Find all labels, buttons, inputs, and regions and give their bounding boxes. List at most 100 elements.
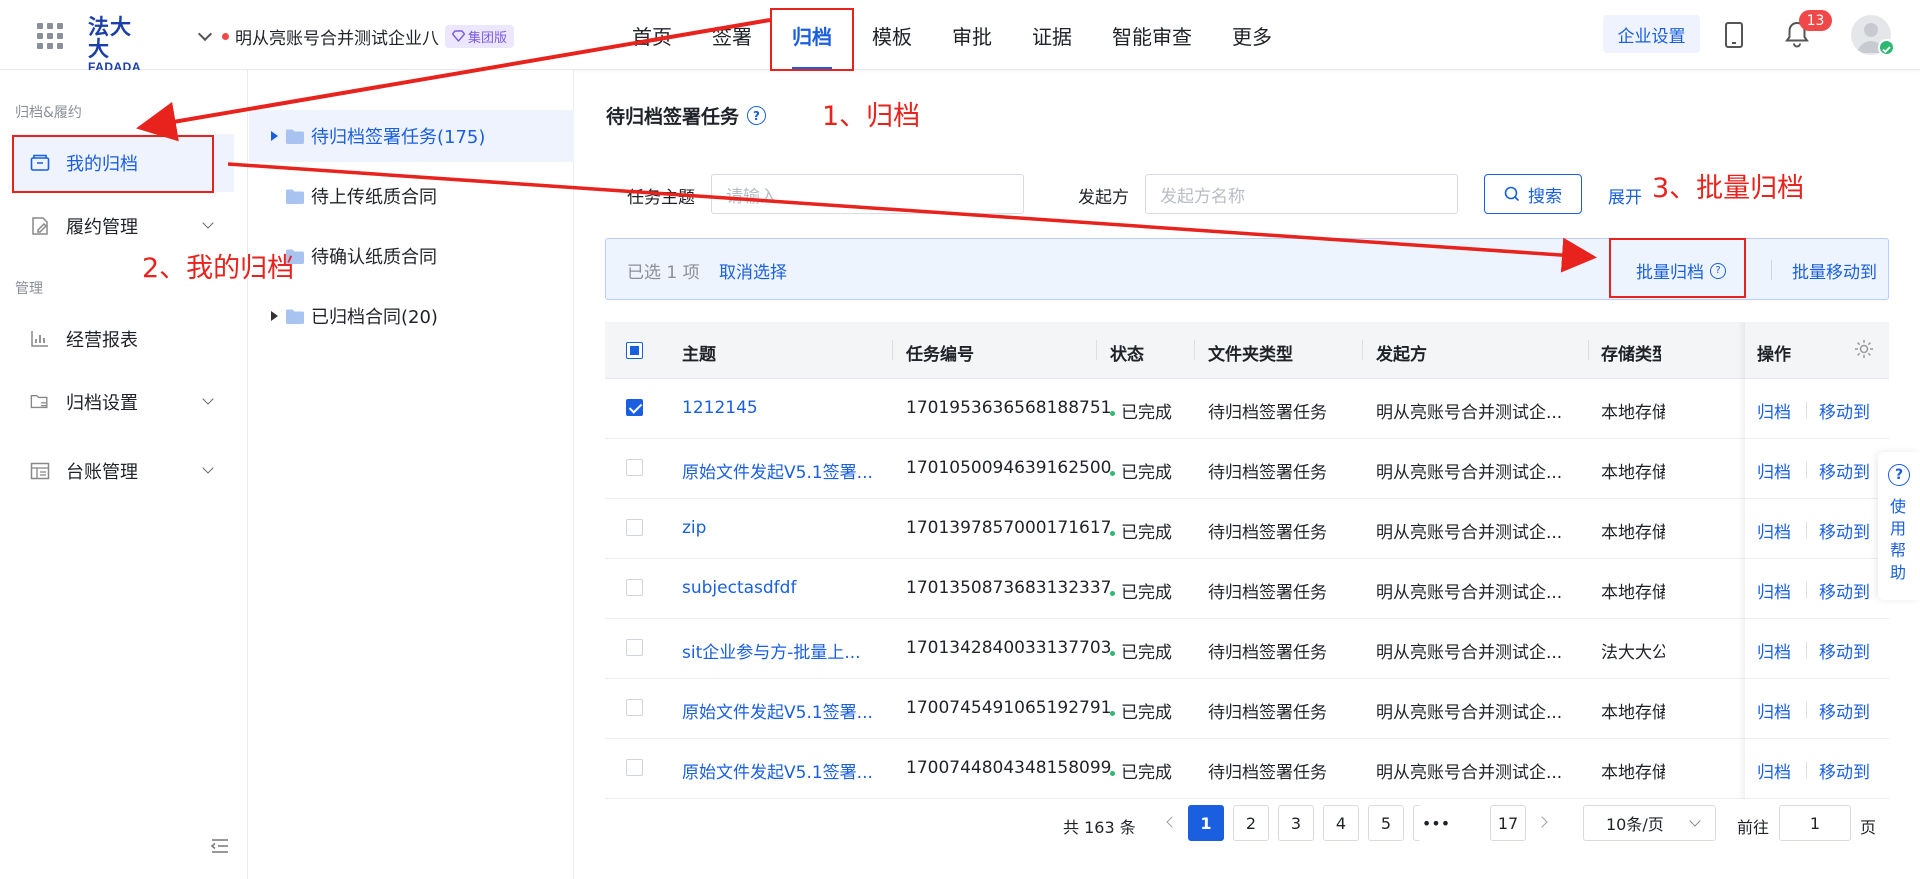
nav-evidence[interactable]: 证据 <box>1012 0 1092 70</box>
row-subject-link[interactable]: 原始文件发起V5.1签署... <box>682 758 882 783</box>
row-subject-link[interactable]: 原始文件发起V5.1签署... <box>682 458 882 483</box>
chevron-down-icon <box>1689 815 1701 827</box>
table-row[interactable]: 原始文件发起V5.1签署... 1701050094639162500 已完成 待归档… <box>605 439 1889 499</box>
nav-sign[interactable]: 签署 <box>692 0 772 70</box>
row-checkbox[interactable] <box>626 579 643 596</box>
company-name: 明从亮账号合并测试企业八 <box>235 28 439 49</box>
row-move-link[interactable]: 移动到 <box>1819 458 1870 483</box>
expand-arrow-icon[interactable] <box>271 131 278 141</box>
company-switcher[interactable]: 明从亮账号合并测试企业八 集团版 <box>196 24 515 49</box>
row-archive-link[interactable]: 归档 <box>1757 518 1791 543</box>
row-move-link[interactable]: 移动到 <box>1819 578 1870 603</box>
page-2[interactable]: 2 <box>1233 805 1269 841</box>
search-icon <box>1504 186 1520 202</box>
next-page-icon[interactable] <box>1536 816 1548 828</box>
subject-input[interactable]: 请输入 <box>711 174 1024 214</box>
sidebar-item-label: 履约管理 <box>66 217 138 238</box>
row-status: 已完成 <box>1110 758 1172 783</box>
row-archive-link[interactable]: 归档 <box>1757 458 1791 483</box>
cancel-selection-link[interactable]: 取消选择 <box>719 258 787 283</box>
annotation-step1: 1、归档 <box>822 101 921 132</box>
mobile-icon[interactable] <box>1725 22 1743 48</box>
row-subject-link[interactable]: 原始文件发起V5.1签署... <box>682 698 882 723</box>
chevron-down-icon <box>202 217 214 229</box>
row-checkbox[interactable] <box>626 699 643 716</box>
status-dot <box>1110 650 1115 656</box>
sidebar-item-archive-settings[interactable]: 归档设置 <box>12 373 234 431</box>
tree-item-archived-contracts[interactable]: 已归档合同(20) <box>249 290 574 342</box>
initiator-input[interactable]: 发起方名称 <box>1145 174 1458 214</box>
fadada-logo[interactable]: 法大大 FADADA <box>88 16 152 74</box>
row-move-link[interactable]: 移动到 <box>1819 698 1870 723</box>
row-task-no: 1701350873683132337 <box>906 578 1112 598</box>
divider <box>1806 762 1807 778</box>
page-1[interactable]: 1 <box>1188 805 1224 841</box>
row-archive-link[interactable]: 归档 <box>1757 578 1791 603</box>
tree-item-pending-confirm-paper[interactable]: 待确认纸质合同 <box>249 230 574 282</box>
expand-arrow-icon[interactable] <box>271 311 278 321</box>
row-subject-link[interactable]: 1212145 <box>682 398 882 418</box>
prev-page-icon[interactable] <box>1166 816 1178 828</box>
table-row[interactable]: zip 1701397857000171617 已完成 待归档签署任务 明从亮账号合并测… <box>605 499 1889 559</box>
help-icon[interactable]: ? <box>747 106 767 125</box>
batch-move-button[interactable]: 批量移动到 <box>1792 258 1877 283</box>
row-archive-link[interactable]: 归档 <box>1757 758 1791 783</box>
nav-home[interactable]: 首页 <box>612 0 692 70</box>
sidebar-item-label: 台账管理 <box>66 462 138 483</box>
nav-more[interactable]: 更多 <box>1212 0 1292 70</box>
nav-template[interactable]: 模板 <box>852 0 932 70</box>
row-subject-link[interactable]: sit企业参与方-批量上... <box>682 638 882 663</box>
row-subject-link[interactable]: zip <box>682 518 882 538</box>
row-checkbox[interactable] <box>626 759 643 776</box>
page-3[interactable]: 3 <box>1278 805 1314 841</box>
app-grid-icon[interactable] <box>37 23 63 49</box>
tree-item-pending-upload-paper[interactable]: 待上传纸质合同 <box>249 170 574 222</box>
row-move-link[interactable]: 移动到 <box>1819 398 1870 423</box>
chevron-down-icon <box>202 393 214 405</box>
row-checkbox[interactable] <box>626 519 643 536</box>
row-actions: 归档 移动到 <box>1745 619 1889 679</box>
table-row[interactable]: 原始文件发起V5.1签署... 1700745491065192791 已完成 待归档… <box>605 679 1889 739</box>
table-row[interactable]: 原始文件发起V5.1签署... 1700744804348158099 已完成 待归档… <box>605 739 1889 799</box>
row-subject-link[interactable]: subjectasdfdf <box>682 578 882 598</box>
page-size-select[interactable]: 10条/页 <box>1583 805 1716 841</box>
row-status: 已完成 <box>1110 638 1172 663</box>
table-row[interactable]: sit企业参与方-批量上... 1701342840033137703 已完成 待归档… <box>605 619 1889 679</box>
row-move-link[interactable]: 移动到 <box>1819 518 1870 543</box>
page-ellipsis[interactable]: ••• <box>1418 805 1454 841</box>
expand-filters-link[interactable]: 展开 <box>1608 183 1642 208</box>
row-checkbox[interactable] <box>626 459 643 476</box>
goto-page-input[interactable]: 1 <box>1779 805 1851 841</box>
select-all-checkbox[interactable] <box>626 342 643 359</box>
status-dot <box>1110 530 1115 536</box>
status-dot <box>1110 590 1115 596</box>
action-column: 操作 归档 移动到 归档 移动到 归档 移动到 归档 移动到 归档 移动到 归档 移动到 归档 移动到 <box>1745 322 1889 799</box>
row-move-link[interactable]: 移动到 <box>1819 638 1870 663</box>
pagination: 共 163 条 123456 ••• 17 10条/页 前往 1 页 <box>0 805 1920 845</box>
row-move-link[interactable]: 移动到 <box>1819 758 1870 783</box>
gear-icon[interactable] <box>1853 338 1875 360</box>
table-row[interactable]: 1212145 1701953636568188751 已完成 待归档签署任务 明从亮账… <box>605 379 1889 439</box>
sidebar-item-reports[interactable]: 经营报表 <box>12 310 234 368</box>
row-archive-link[interactable]: 归档 <box>1757 698 1791 723</box>
row-checkbox[interactable] <box>626 639 643 656</box>
enterprise-settings-button[interactable]: 企业设置 <box>1603 15 1700 53</box>
help-float-button[interactable]: ? 使用帮助 <box>1878 452 1920 600</box>
tree-item-pending-sign-tasks[interactable]: 待归档签署任务(175) <box>249 110 574 162</box>
row-archive-link[interactable]: 归档 <box>1757 398 1791 423</box>
annotation-box-archive-nav <box>770 8 854 71</box>
row-initiator: 明从亮账号合并测试企... <box>1376 703 1563 723</box>
ledger-table-icon <box>30 461 50 481</box>
table-row[interactable]: subjectasdfdf 1701350873683132337 已完成 待归档签署… <box>605 559 1889 619</box>
nav-smart-review[interactable]: 智能审查 <box>1092 0 1212 70</box>
nav-approval[interactable]: 审批 <box>932 0 1012 70</box>
page-last[interactable]: 17 <box>1490 805 1526 841</box>
search-button[interactable]: 搜索 <box>1484 174 1582 214</box>
page-5[interactable]: 5 <box>1368 805 1404 841</box>
page-4[interactable]: 4 <box>1323 805 1359 841</box>
folder-icon <box>286 309 304 324</box>
annotation-box-batch-archive <box>1609 238 1746 298</box>
sidebar-item-ledger[interactable]: 台账管理 <box>12 442 234 500</box>
row-checkbox[interactable] <box>626 399 643 416</box>
row-archive-link[interactable]: 归档 <box>1757 638 1791 663</box>
